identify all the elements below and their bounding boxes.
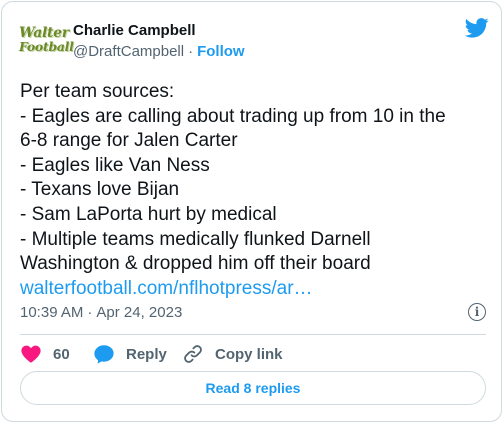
handle-separator: ·: [188, 43, 194, 60]
avatar-logo-line-2: Football: [19, 39, 74, 54]
reply-button[interactable]: Reply: [93, 343, 167, 365]
link-icon: [184, 345, 202, 363]
tweet-line: 6-8 range for Jalen Carter: [20, 130, 238, 152]
tweet-header: Walter Football Charlie Campbell @DraftC…: [19, 18, 489, 62]
heart-icon: [21, 345, 41, 363]
tweet-line: - Multiple teams medically flunked Darne…: [20, 228, 371, 250]
author-handle-line: @DraftCampbell · Follow: [73, 43, 245, 60]
twitter-bird-icon[interactable]: [465, 18, 489, 38]
author-name[interactable]: Charlie Campbell: [73, 22, 196, 39]
tweet-link[interactable]: walterfootball.com/nflhotpress/ar…: [20, 277, 492, 302]
tweet-date: Apr 24, 2023: [96, 304, 183, 321]
info-icon[interactable]: i: [468, 303, 486, 321]
tweet-line: - Eagles like Van Ness: [20, 154, 210, 176]
divider: [20, 334, 486, 335]
action-bar: 60 Reply Copy link: [20, 343, 490, 365]
tweet-line: Per team sources:: [20, 81, 175, 102]
follow-link[interactable]: Follow: [197, 43, 245, 60]
reply-icon: [94, 345, 114, 364]
tweet-line: - Sam LaPorta hurt by medical: [20, 203, 277, 225]
read-replies-button[interactable]: Read 8 replies: [20, 371, 486, 405]
tweet-line: - Texans love Bijan: [20, 179, 180, 201]
tweet-line: Washington & dropped him off their board: [20, 253, 371, 275]
tweet-text: Per team sources: - Eagles are calling a…: [20, 80, 492, 301]
copy-link-label: Copy link: [215, 345, 283, 363]
copy-link-button[interactable]: Copy link: [182, 343, 283, 365]
avatar-logo-line-1: Walter: [19, 25, 69, 41]
tweet-timestamp[interactable]: 10:39 AM · Apr 24, 2023: [20, 304, 182, 321]
tweet-line: - Eagles are calling about trading up fr…: [20, 105, 446, 127]
reply-label: Reply: [126, 345, 167, 363]
like-button[interactable]: 60: [20, 343, 70, 365]
like-count: 60: [53, 345, 70, 363]
avatar[interactable]: Walter Football: [19, 18, 74, 62]
author-handle[interactable]: @DraftCampbell: [73, 43, 184, 60]
tweet-time: 10:39 AM: [20, 304, 84, 321]
timestamp-separator: ·: [87, 304, 93, 321]
tweet-card: Walter Football Charlie Campbell @DraftC…: [1, 1, 502, 422]
